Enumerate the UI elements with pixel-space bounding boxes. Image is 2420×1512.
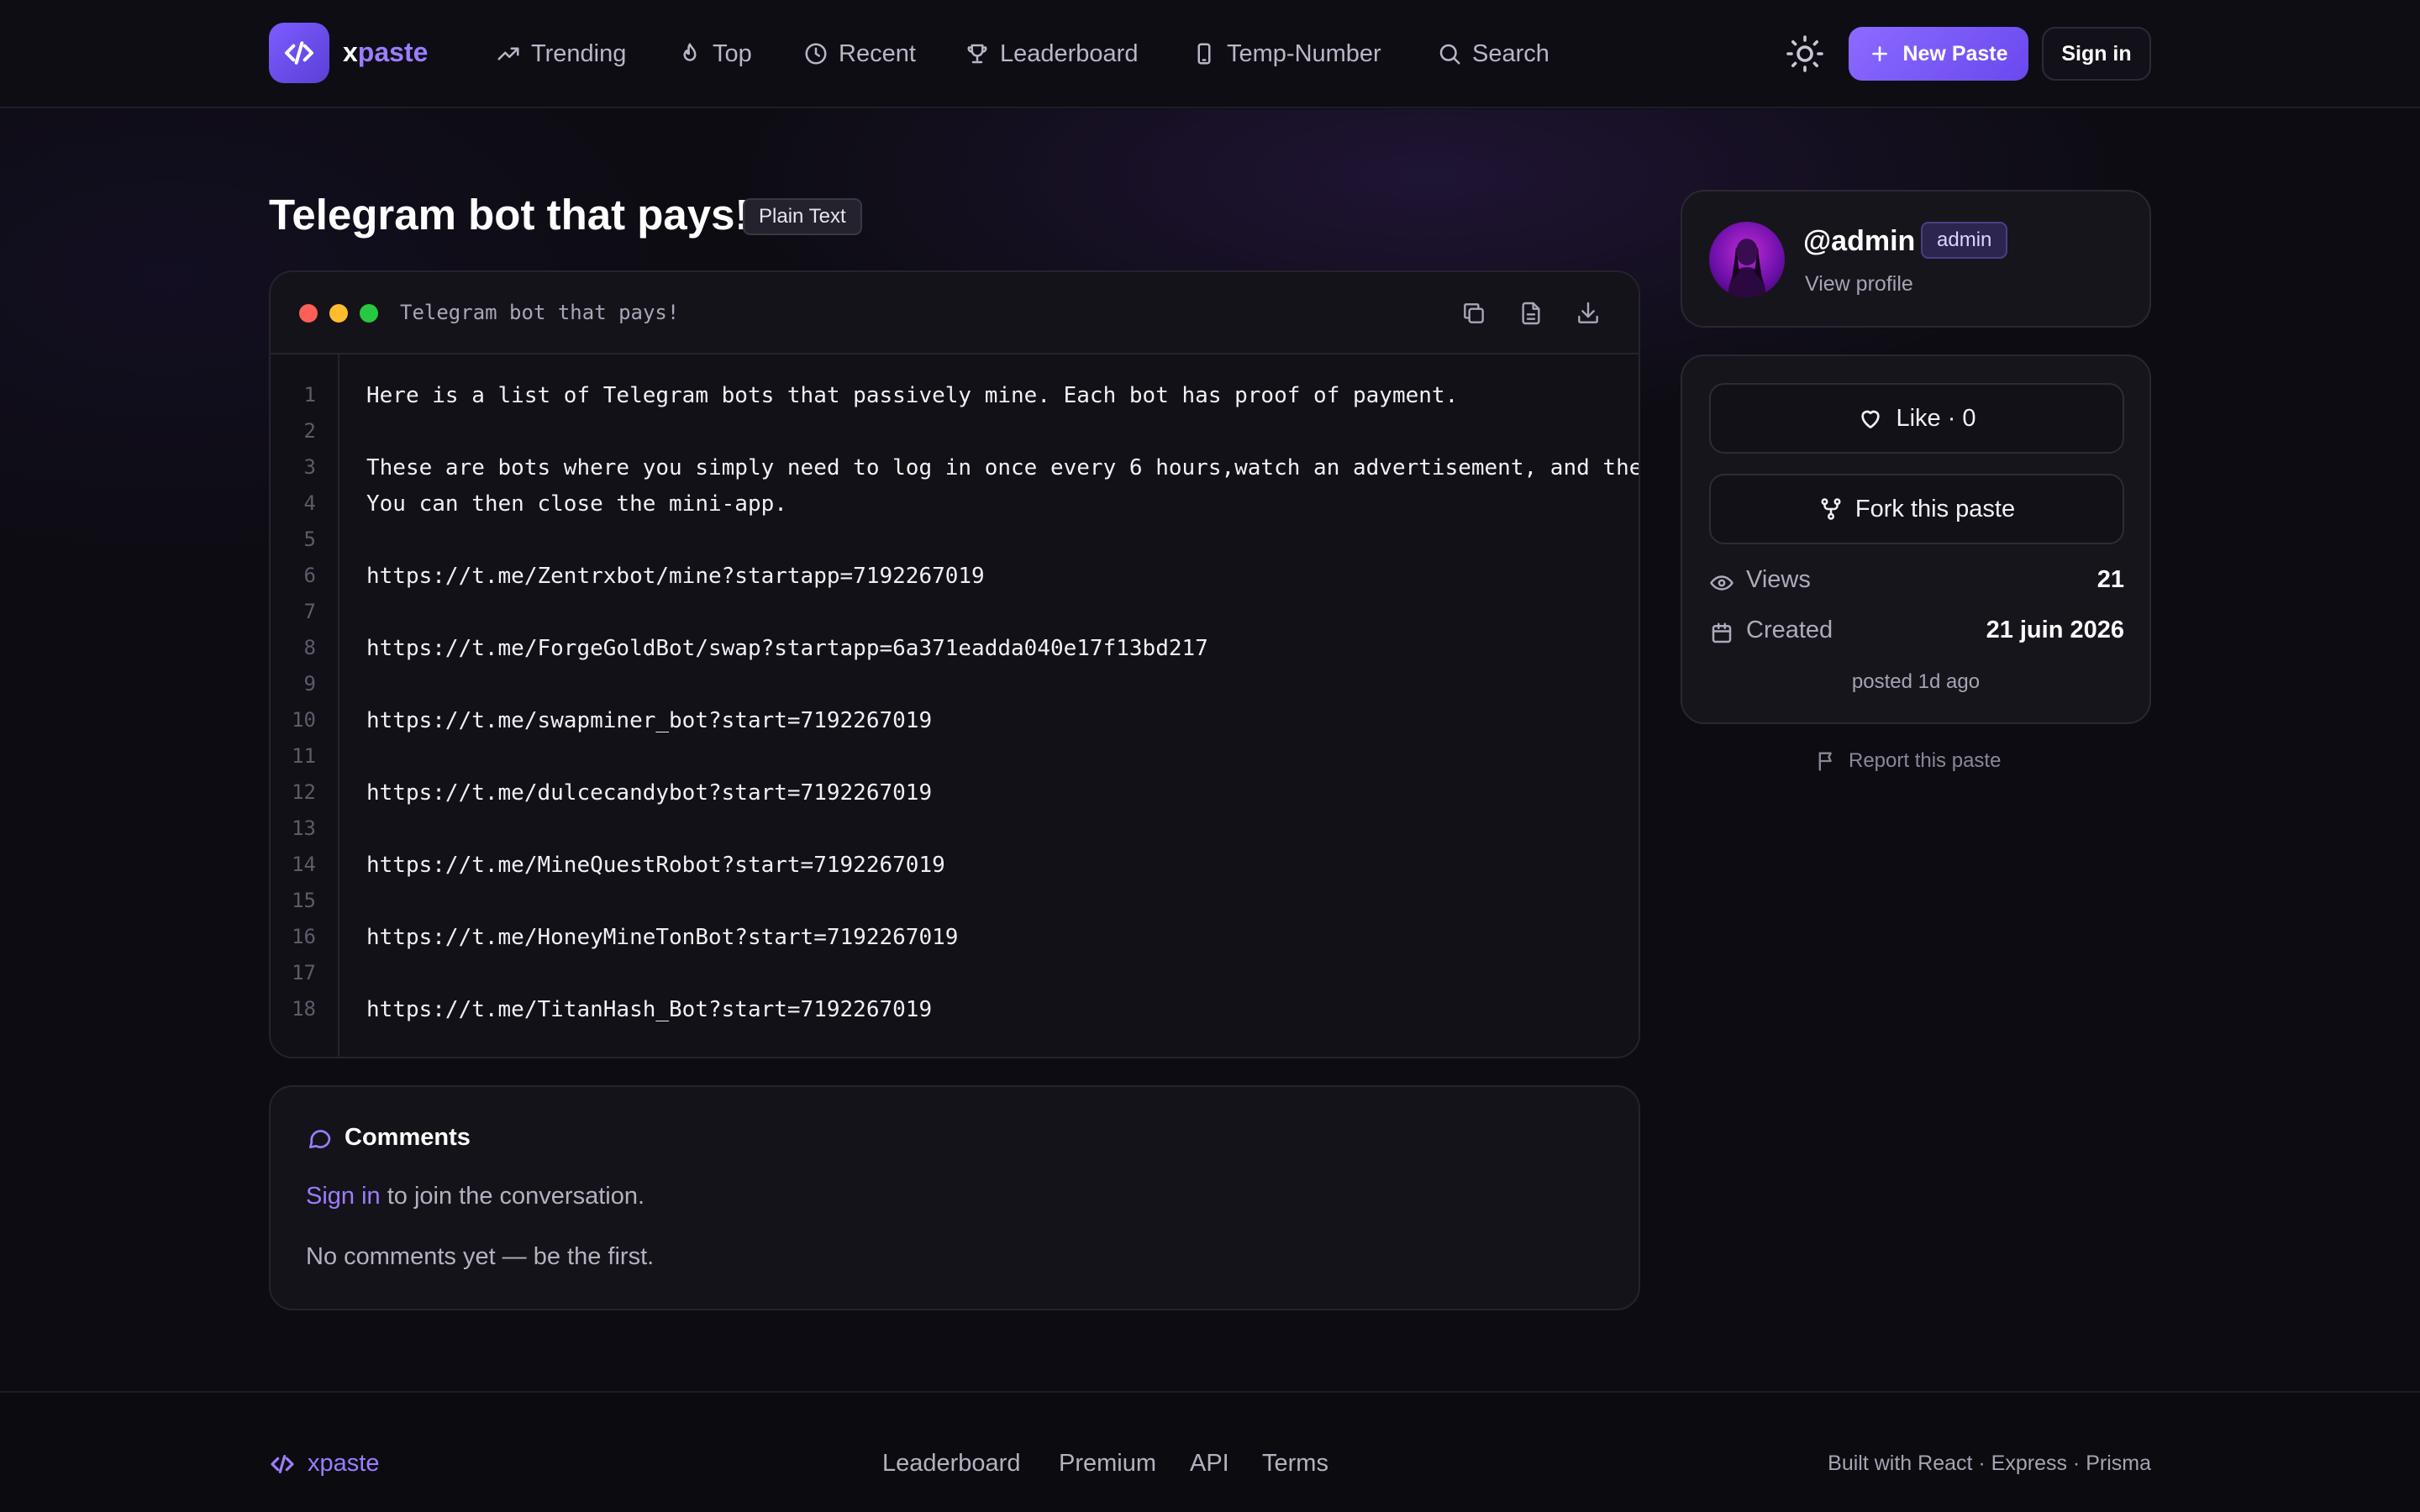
- trophy-icon: [967, 44, 987, 64]
- report-paste-link[interactable]: Report this paste: [1815, 749, 2001, 773]
- download-icon[interactable]: [1575, 300, 1602, 327]
- brand-name[interactable]: xpaste: [343, 37, 428, 68]
- nav-recent[interactable]: Recent: [803, 37, 916, 71]
- code-line: https://t.me/HoneyMineTonBot?start=71922…: [366, 925, 959, 950]
- clock-icon: [805, 43, 827, 65]
- paste-stats-card: Like · 0 Fork this paste Views 21 Create…: [1681, 354, 2151, 724]
- line-number: 11: [292, 744, 316, 768]
- copy-icon[interactable]: [1460, 300, 1487, 327]
- code-line: https://t.me/Zentrxbot/mine?startapp=719…: [366, 564, 985, 589]
- sign-in-button[interactable]: Sign in: [2042, 27, 2151, 81]
- line-number: 2: [303, 419, 316, 443]
- window-dot-green: [360, 304, 378, 323]
- created-stat: Created 21 juin 2026: [1709, 617, 2124, 650]
- calendar-icon: [1712, 622, 1732, 643]
- nav-temp-number[interactable]: Temp-Number: [1192, 37, 1381, 71]
- code-line: These are bots where you simply need to …: [366, 455, 1640, 480]
- code-viewer: Telegram bot that pays! 1 2 3 4 5 6 7 8 9 10 11 12 1…: [269, 270, 1640, 1058]
- comments-signin-link[interactable]: Sign in: [306, 1183, 381, 1210]
- view-profile-link[interactable]: View profile: [1805, 272, 1913, 297]
- line-number: 8: [303, 636, 316, 659]
- flag-icon: [1818, 752, 1832, 771]
- line-number: 15: [292, 889, 316, 912]
- comments-header: Comments: [306, 1124, 471, 1152]
- theme-toggle-sun-icon[interactable]: [1785, 34, 1825, 74]
- paste-title: Telegram bot that pays!: [269, 191, 750, 239]
- footer-link-premium[interactable]: Premium: [1059, 1450, 1156, 1478]
- footer-link-leaderboard[interactable]: Leaderboard: [882, 1450, 1020, 1478]
- message-circle-icon: [309, 1129, 331, 1148]
- line-number: 14: [292, 853, 316, 876]
- code-line: https://t.me/MineQuestRobot?start=719226…: [366, 853, 945, 878]
- flame-icon: [683, 43, 697, 61]
- comments-section: Comments Sign in to join the conversatio…: [269, 1085, 1640, 1310]
- line-number: 17: [292, 961, 316, 984]
- code-brackets-icon: [271, 1454, 294, 1473]
- footer-brand[interactable]: xpaste: [269, 1450, 379, 1478]
- code-header: Telegram bot that pays!: [271, 272, 1639, 354]
- comments-empty-state: No comments yet — be the first.: [306, 1243, 655, 1270]
- code-line: https://t.me/swapminer_bot?start=7192267…: [366, 708, 933, 733]
- code-file-name: Telegram bot that pays!: [400, 301, 680, 324]
- new-paste-button[interactable]: New Paste: [1849, 27, 2028, 81]
- line-number: 12: [292, 780, 316, 804]
- fork-icon: [1821, 498, 1841, 520]
- footer-link-terms[interactable]: Terms: [1262, 1450, 1328, 1478]
- logo-icon[interactable]: [269, 23, 329, 83]
- admin-role-badge: admin: [1921, 222, 2008, 259]
- code-line: Here is a list of Telegram bots that pas…: [366, 383, 1459, 408]
- phone-icon: [1197, 43, 1211, 65]
- author-username[interactable]: @admin: [1803, 225, 1915, 258]
- footer: xpaste Leaderboard Premium API Terms Bui…: [0, 1391, 2420, 1512]
- line-number: 3: [303, 455, 316, 479]
- line-number: 10: [292, 708, 316, 732]
- views-stat: Views 21: [1709, 566, 2124, 600]
- code-line: https://t.me/ForgeGoldBot/swap?startapp=…: [366, 636, 1208, 661]
- created-date: 21 juin 2026: [1986, 617, 2124, 643]
- line-number: 7: [303, 600, 316, 623]
- line-number: 5: [303, 528, 316, 551]
- posted-ago: posted 1d ago: [1851, 670, 1981, 693]
- footer-link-api[interactable]: API: [1190, 1450, 1229, 1478]
- comments-signin-prompt: Sign in to join the conversation.: [306, 1183, 645, 1210]
- footer-built-with: Built with React · Express · Prisma: [1828, 1452, 2151, 1475]
- plus-icon: [1872, 46, 1888, 61]
- views-count: 21: [2096, 566, 2124, 593]
- nav-search[interactable]: Search: [1437, 37, 1549, 71]
- code-line: https://t.me/dulcecandybot?start=7192267…: [366, 780, 933, 806]
- eye-icon: [1710, 575, 1733, 591]
- window-dot-yellow: [329, 304, 348, 323]
- line-number-gutter: 1 2 3 4 5 6 7 8 9 10 11 12 13 14 15 16 17 18: [271, 354, 339, 1057]
- like-button[interactable]: Like · 0: [1709, 383, 2124, 454]
- author-card: @admin admin View profile: [1681, 190, 2151, 328]
- language-badge: Plain Text: [743, 198, 862, 235]
- line-number: 13: [292, 816, 316, 840]
- nav-trending[interactable]: Trending: [496, 37, 626, 71]
- code-line: You can then close the mini-app.: [366, 491, 787, 517]
- top-navbar: xpaste Trending Top Recent Leaderboard T…: [0, 0, 2420, 108]
- line-number: 16: [292, 925, 316, 948]
- search-icon: [1439, 44, 1460, 65]
- raw-file-icon[interactable]: [1518, 300, 1544, 327]
- trending-icon: [497, 47, 519, 60]
- fork-button[interactable]: Fork this paste: [1709, 474, 2124, 544]
- line-number: 9: [303, 672, 316, 696]
- avatar[interactable]: [1709, 222, 1785, 297]
- line-number: 1: [303, 383, 316, 407]
- heart-icon: [1861, 410, 1881, 428]
- window-dot-red: [299, 304, 318, 323]
- line-number: 18: [292, 997, 316, 1021]
- nav-top[interactable]: Top: [677, 37, 752, 71]
- nav-leaderboard[interactable]: Leaderboard: [965, 37, 1138, 71]
- code-line: https://t.me/TitanHash_Bot?start=7192267…: [366, 997, 933, 1022]
- line-number: 6: [303, 564, 316, 587]
- line-number: 4: [303, 491, 316, 515]
